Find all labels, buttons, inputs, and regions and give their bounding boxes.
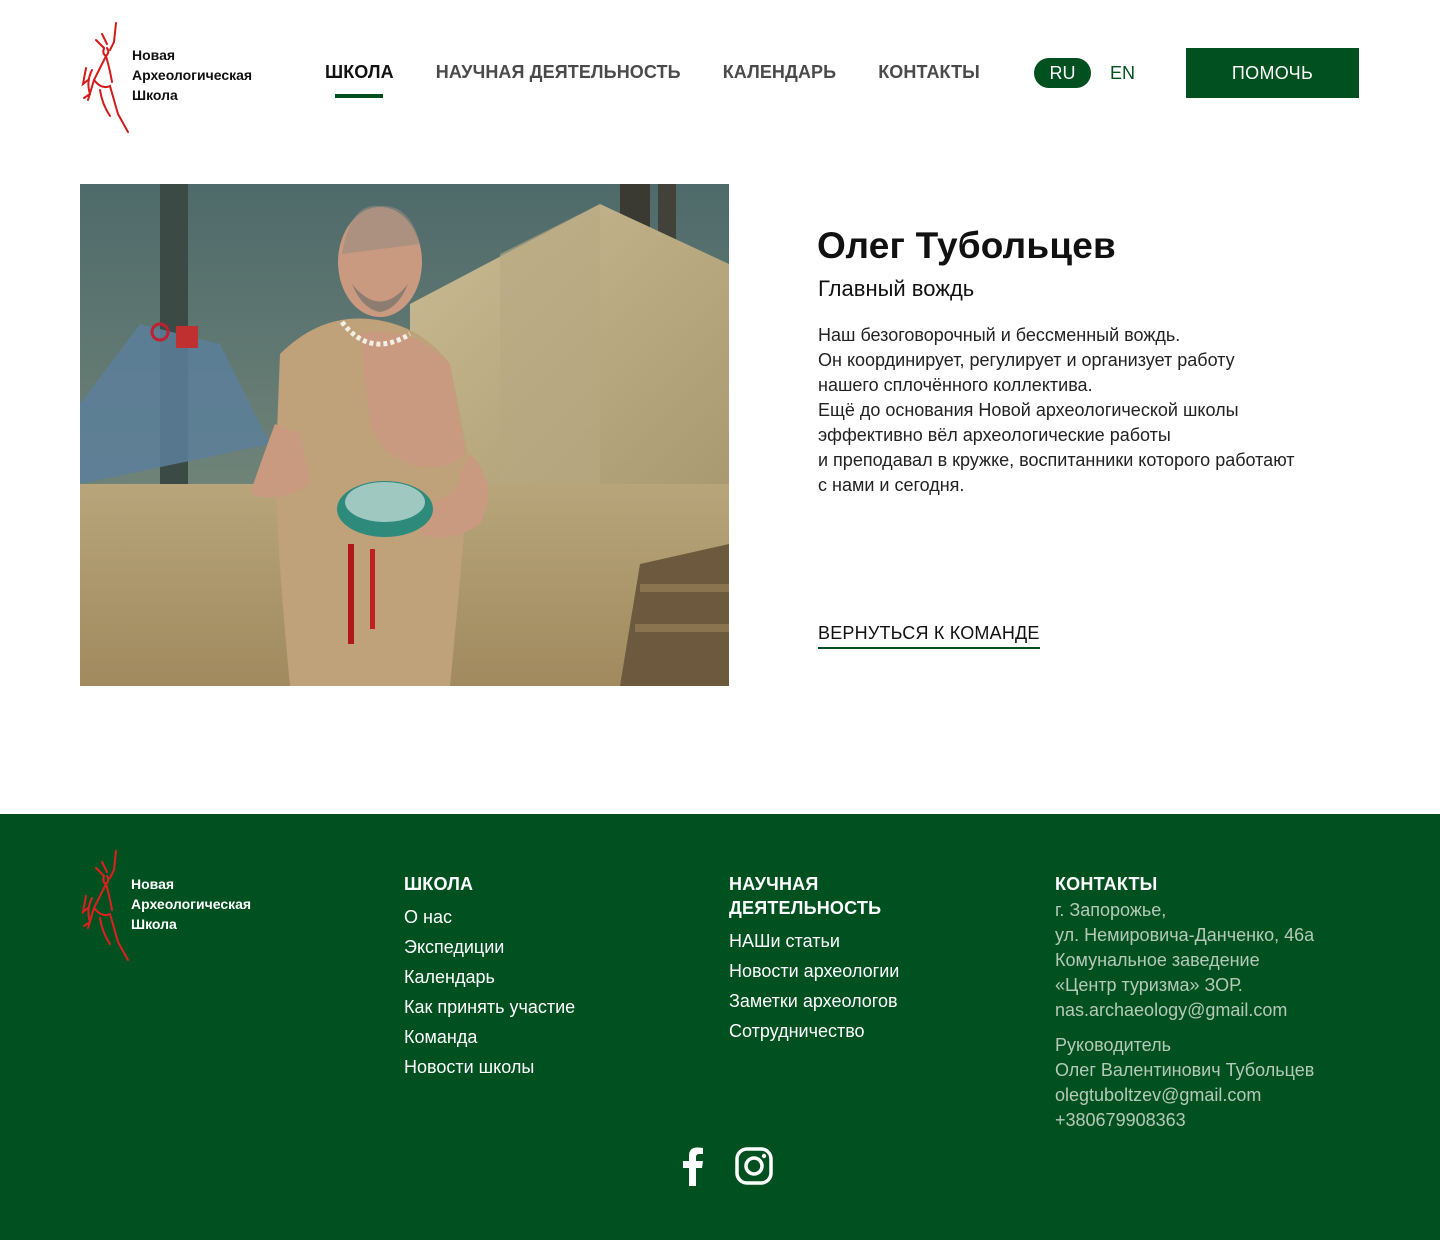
- footer-link-calendar[interactable]: Календарь: [404, 962, 575, 992]
- contact-head-phone[interactable]: +380679908363: [1055, 1108, 1314, 1133]
- nav-item-calendar[interactable]: КАЛЕНДАРЬ: [723, 62, 837, 83]
- bio-line: Он координирует, регулирует и организует…: [818, 350, 1235, 370]
- footer-logo-text: Новая Археологическая Школа: [131, 876, 252, 932]
- footer-link-articles[interactable]: НАШи статьи: [729, 926, 929, 956]
- contact-address-line: ул. Немировича-Данченко, 46а: [1055, 925, 1315, 945]
- person-bio: Наш безоговорочный и бессменный вождь. О…: [818, 323, 1358, 498]
- contact-address-line: «Центр туризма» ЗОР.: [1055, 975, 1243, 995]
- footer-link-archaeology-news[interactable]: Новости археологии: [729, 956, 929, 986]
- site-logo[interactable]: Новая Археологическая Школа: [80, 20, 280, 135]
- bio-line: и преподавал в кружке, воспитанники кото…: [818, 450, 1295, 470]
- person-name: Олег Тубольцев: [817, 225, 1116, 266]
- nav-item-contacts[interactable]: КОНТАКТЫ: [878, 62, 980, 83]
- site-footer: Новая Археологическая Школа ШКОЛА О нас …: [0, 814, 1440, 1240]
- footer-science-title: НАУЧНАЯ ДЕЯТЕЛЬНОСТЬ: [729, 874, 882, 918]
- footer-logo[interactable]: Новая Археологическая Школа: [80, 848, 280, 963]
- footer-link-about[interactable]: О нас: [404, 902, 575, 932]
- profile-photo: [80, 184, 729, 686]
- footer-contacts-title: КОНТАКТЫ: [1055, 874, 1158, 894]
- back-to-team-link[interactable]: ВЕРНУТЬСЯ К КОМАНДЕ: [818, 623, 1040, 649]
- contact-head-email[interactable]: olegtuboltzev@gmail.com: [1055, 1083, 1314, 1108]
- nav-item-school[interactable]: ШКОЛА: [325, 62, 394, 98]
- bio-line: Наш безоговорочный и бессменный вождь.: [818, 325, 1181, 345]
- archer-figure-icon: [81, 850, 129, 961]
- archer-figure-icon: [81, 22, 129, 133]
- footer-link-participate[interactable]: Как принять участие: [404, 992, 575, 1022]
- footer-contacts-column: КОНТАКТЫ г. Запорожье, ул. Немировича-Да…: [1055, 872, 1314, 1133]
- facebook-icon[interactable]: [676, 1146, 708, 1191]
- site-header: Новая Археологическая Школа ШКОЛА НАУЧНА…: [0, 0, 1440, 150]
- footer-school-column: ШКОЛА О нас Экспедиции Календарь Как при…: [404, 872, 575, 1082]
- nav-item-science[interactable]: НАУЧНАЯ ДЕЯТЕЛЬНОСТЬ: [436, 62, 681, 83]
- bio-line: эффективно вёл археологические работы: [818, 425, 1171, 445]
- footer-science-column: НАУЧНАЯ ДЕЯТЕЛЬНОСТЬ НАШи статьи Новости…: [729, 872, 929, 1046]
- contact-head-name: Олег Валентинович Тубольцев: [1055, 1060, 1315, 1080]
- logo-text: Новая Археологическая Школа: [132, 47, 253, 103]
- bio-line: Ещё до основания Новой археологической ш…: [818, 400, 1239, 420]
- footer-link-expeditions[interactable]: Экспедиции: [404, 932, 575, 962]
- footer-link-team[interactable]: Команда: [404, 1022, 575, 1052]
- footer-link-cooperation[interactable]: Сотрудничество: [729, 1016, 929, 1046]
- contact-address-line: г. Запорожье,: [1055, 900, 1167, 920]
- contact-address-line: Комунальное заведение: [1055, 950, 1260, 970]
- bio-line: с нами и сегодня.: [818, 475, 965, 495]
- main-nav: ШКОЛА НАУЧНАЯ ДЕЯТЕЛЬНОСТЬ КАЛЕНДАРЬ КОН…: [325, 62, 1022, 98]
- footer-link-school-news[interactable]: Новости школы: [404, 1052, 575, 1082]
- footer-school-title: ШКОЛА: [404, 874, 474, 894]
- person-role: Главный вождь: [818, 276, 975, 301]
- help-button[interactable]: ПОМОЧЬ: [1186, 48, 1359, 98]
- lang-ru-button[interactable]: RU: [1034, 58, 1091, 88]
- bio-line: нашего сплочённого коллектива.: [818, 375, 1093, 395]
- instagram-icon[interactable]: [734, 1146, 774, 1191]
- footer-link-notes[interactable]: Заметки археологов: [729, 986, 929, 1016]
- contact-head-label: Руководитель: [1055, 1035, 1171, 1055]
- contact-email[interactable]: nas.archaeology@gmail.com: [1055, 998, 1314, 1023]
- lang-en-button[interactable]: EN: [1100, 58, 1145, 88]
